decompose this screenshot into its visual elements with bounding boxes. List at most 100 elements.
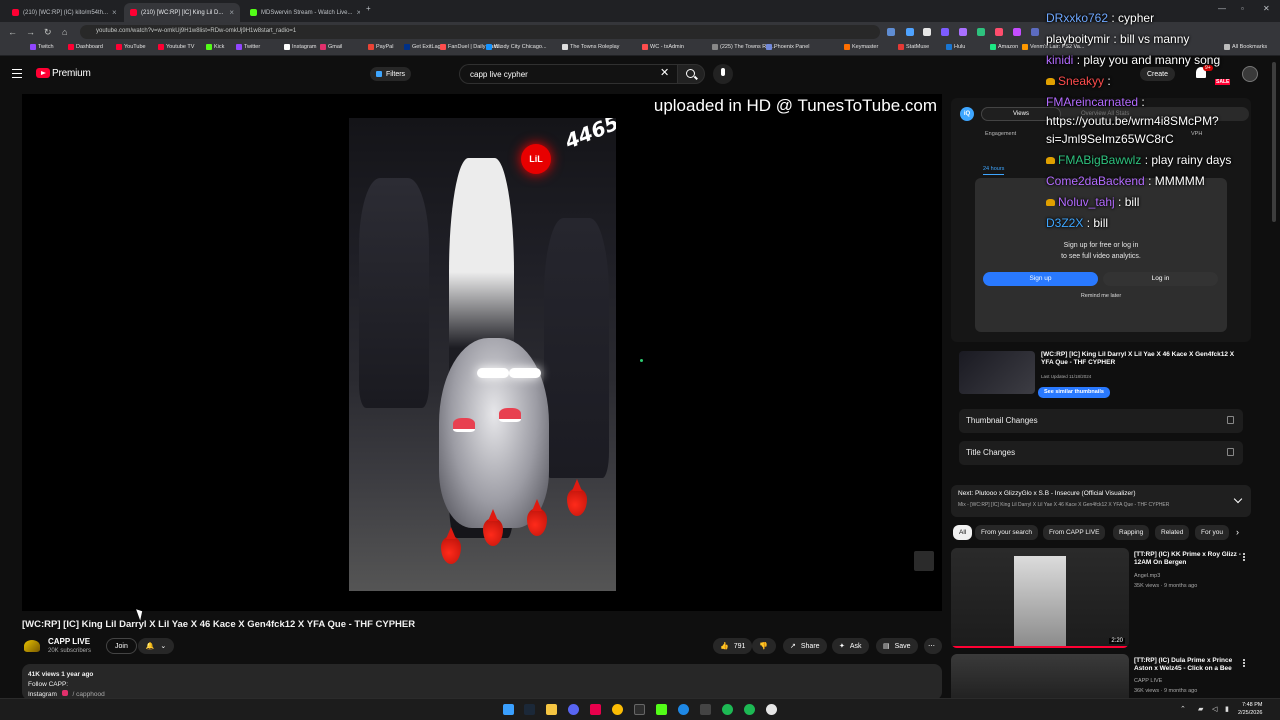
- menu-icon[interactable]: [12, 69, 22, 78]
- close-tab-icon[interactable]: ×: [356, 8, 360, 17]
- related-channel[interactable]: Angel.mp3: [1134, 572, 1160, 580]
- bookmark-item[interactable]: Kick: [206, 44, 224, 50]
- chip-from-search[interactable]: From your search: [975, 525, 1038, 540]
- title-changes-row[interactable]: Title Changes: [959, 441, 1243, 465]
- bookmark-item[interactable]: The Towns Roleplay: [562, 44, 619, 50]
- bookmark-item[interactable]: Windy City Chicago...: [486, 44, 547, 50]
- start-icon[interactable]: [503, 704, 514, 715]
- search-input[interactable]: capp live cypher: [459, 64, 677, 84]
- extension-icon[interactable]: [995, 28, 1003, 36]
- more-options-icon[interactable]: [1243, 659, 1245, 661]
- extension-icon[interactable]: [1031, 28, 1039, 36]
- more-actions-button[interactable]: ⋯: [924, 638, 942, 654]
- new-tab-icon[interactable]: +: [366, 4, 371, 13]
- kick-icon[interactable]: [656, 704, 667, 715]
- chevron-right-icon[interactable]: ›: [1236, 527, 1239, 537]
- dislike-button[interactable]: 👎: [752, 638, 776, 654]
- close-tab-icon[interactable]: ×: [229, 8, 234, 17]
- chip-from-channel[interactable]: From CAPP LIVE: [1043, 525, 1106, 540]
- spotify-icon[interactable]: [744, 704, 755, 715]
- bookmark-item[interactable]: Keymaster: [844, 44, 878, 50]
- bookmark-item[interactable]: PayPal: [368, 44, 393, 50]
- battery-icon[interactable]: ▮: [1225, 705, 1229, 713]
- discord-icon[interactable]: [568, 704, 579, 715]
- bookmark-item[interactable]: Dashboard: [68, 44, 103, 50]
- bookmark-item[interactable]: Gmail: [320, 44, 342, 50]
- chip-for-you[interactable]: For you: [1195, 525, 1230, 540]
- ask-button[interactable]: ✦ Ask: [832, 638, 869, 654]
- maximize-icon[interactable]: ▫: [1241, 4, 1244, 13]
- extension-icon[interactable]: [977, 28, 985, 36]
- browser-tab-3[interactable]: MDSwervin Stream - Watch Live... ×: [244, 3, 360, 22]
- youtube-logo-icon[interactable]: [36, 68, 50, 78]
- terminal-icon[interactable]: [634, 704, 645, 715]
- create-button[interactable]: Create: [1140, 67, 1176, 81]
- extension-icon[interactable]: [906, 28, 914, 36]
- bookmark-item[interactable]: Get ExitLag: [404, 44, 441, 50]
- minimize-icon[interactable]: —: [1218, 4, 1226, 13]
- bookmark-item[interactable]: WC - txAdmin: [642, 44, 684, 50]
- chip-rapping[interactable]: Rapping: [1113, 525, 1150, 540]
- close-tab-icon[interactable]: ×: [112, 8, 117, 17]
- close-window-icon[interactable]: ✕: [1263, 4, 1270, 13]
- save-button[interactable]: ▤ Save: [876, 638, 918, 654]
- extension-icon[interactable]: [1013, 28, 1021, 36]
- related-thumbnail[interactable]: [951, 654, 1129, 698]
- channel-avatar[interactable]: [24, 640, 40, 652]
- page-scrollbar[interactable]: [1272, 62, 1276, 222]
- reload-icon[interactable]: ↻: [44, 27, 52, 38]
- remind-later-link[interactable]: Remind me later: [975, 293, 1227, 299]
- bookmark-item[interactable]: Youtube TV: [158, 44, 194, 50]
- back-icon[interactable]: ←: [8, 27, 17, 37]
- browser-tab-2[interactable]: (210) [WC:RP] [IC] King Lil D... ×: [124, 3, 240, 22]
- extension-icon[interactable]: [959, 28, 967, 36]
- app-icon[interactable]: [590, 704, 601, 715]
- all-bookmarks[interactable]: All Bookmarks: [1224, 44, 1267, 50]
- bookmark-item[interactable]: YouTube: [116, 44, 146, 50]
- search-button[interactable]: [677, 64, 705, 84]
- bookmark-item[interactable]: Amazon: [990, 44, 1018, 50]
- like-button[interactable]: 👍 791: [713, 638, 753, 654]
- extension-icon[interactable]: [887, 28, 895, 36]
- latest-thumbnail[interactable]: [959, 351, 1035, 394]
- bookmark-item[interactable]: Twitch: [30, 44, 54, 50]
- more-options-icon[interactable]: [1243, 553, 1245, 555]
- bookmark-item[interactable]: Phoenix Panel: [766, 44, 809, 50]
- voice-search-icon[interactable]: [713, 64, 733, 84]
- related-channel[interactable]: CAPP LIVE: [1134, 677, 1162, 685]
- range-24-hours[interactable]: 24 hours: [983, 166, 1005, 175]
- extension-icon[interactable]: [941, 28, 949, 36]
- brand-premium[interactable]: Premium: [52, 68, 91, 79]
- address-bar[interactable]: youtube.com/watch?v=w-omkUj9H1w8list=RDw…: [80, 25, 880, 39]
- thumbnail-changes-row[interactable]: Thumbnail Changes: [959, 409, 1243, 433]
- app-icon[interactable]: [678, 704, 689, 715]
- volume-icon[interactable]: ◁: [1212, 705, 1217, 713]
- network-icon[interactable]: ▰: [1198, 705, 1203, 713]
- channel-name[interactable]: CAPP LIVE: [48, 637, 90, 646]
- related-title[interactable]: [TT:RP] (IC) Dula Prime x Prince Aston x…: [1134, 657, 1246, 673]
- bookmark-item[interactable]: Instagram: [284, 44, 316, 50]
- related-title[interactable]: [TT:RP] (IC) KK Prime x Roy Glizz - 12AM…: [1134, 551, 1246, 567]
- browser-tab-1[interactable]: (210) [WC:RP] (IC) kito/m54th... ×: [6, 3, 122, 22]
- file-explorer-icon[interactable]: [546, 704, 557, 715]
- description-box[interactable]: 41K views 1 year ago Follow CAPP: Instag…: [22, 664, 942, 700]
- share-button[interactable]: ↗ Share: [783, 638, 827, 654]
- system-clock[interactable]: 7:48 PM 2/25/2026: [1238, 701, 1262, 717]
- similar-thumbnails-button[interactable]: See similar thumbnails: [1038, 387, 1110, 398]
- bookmark-item[interactable]: Hulu: [946, 44, 965, 50]
- chrome-icon[interactable]: [612, 704, 623, 715]
- obs-icon[interactable]: [766, 704, 777, 715]
- filters-button[interactable]: Filters: [370, 67, 412, 81]
- description-link[interactable]: / capphood: [73, 691, 105, 698]
- related-thumbnail[interactable]: 2:20: [951, 548, 1129, 648]
- chip-all[interactable]: All: [953, 525, 973, 540]
- app-icon[interactable]: [700, 704, 711, 715]
- chevron-down-icon[interactable]: [1233, 494, 1243, 504]
- forward-icon[interactable]: →: [26, 27, 35, 37]
- spotify-icon[interactable]: [722, 704, 733, 715]
- bookmark-item[interactable]: StatMuse: [898, 44, 929, 50]
- channel-watermark-icon[interactable]: [914, 551, 934, 571]
- steam-icon[interactable]: [524, 704, 535, 715]
- home-icon[interactable]: ⌂: [62, 27, 67, 37]
- next-up-bar[interactable]: Next: Plutooo x GlizzyGlo x S.B - Insecu…: [951, 485, 1251, 517]
